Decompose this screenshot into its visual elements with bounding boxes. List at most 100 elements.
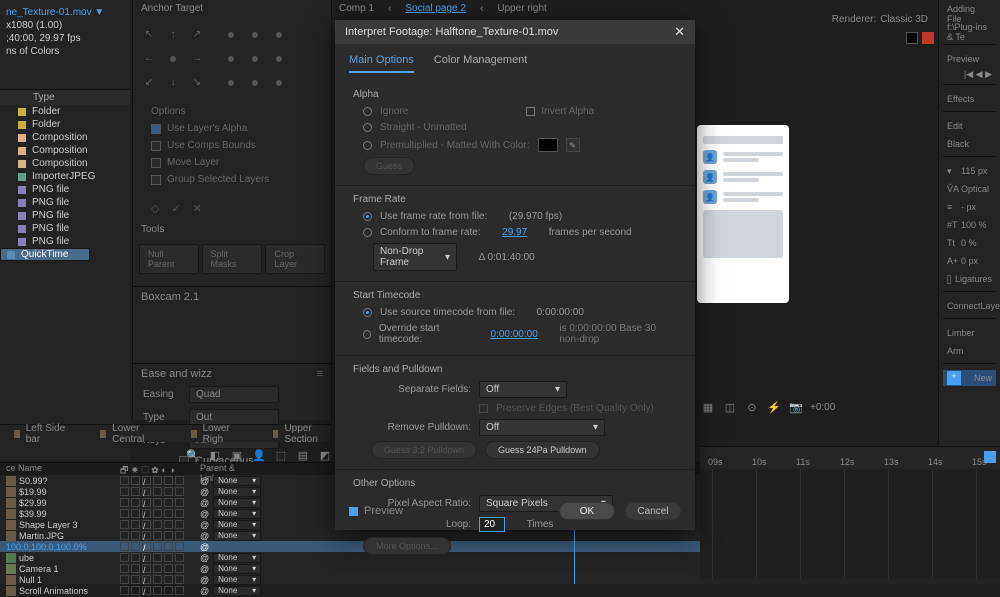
option-checkbox[interactable] [151,124,161,134]
file-info: ne_Texture-01.mov ▼ x1080 (1.00) ;40:00,… [0,0,130,61]
tab-social-page-2[interactable]: Social page 2 [401,2,470,15]
tag-item[interactable]: Left Side bar [14,423,66,445]
alpha-ignore-radio[interactable] [363,107,372,116]
tool-button[interactable]: Split Masks [202,244,263,274]
parent-dropdown[interactable]: None▾ [213,553,261,563]
grid-icon[interactable]: ▦ [700,399,716,415]
project-item[interactable]: Folder [0,118,130,131]
tool-button[interactable]: Null Parent [139,244,199,274]
project-item[interactable]: ImporterJPEG [0,170,130,183]
parent-dropdown[interactable]: None▾ [213,586,261,596]
column-type-header[interactable]: Type [0,89,130,105]
project-items-list: FolderFolderCompositionCompositionCompos… [0,105,130,261]
option-checkbox[interactable] [151,141,161,151]
tag-item[interactable]: Lower Righ [191,423,239,445]
parent-dropdown[interactable]: None▾ [213,520,261,530]
preserve-edges-checkbox[interactable] [479,404,488,413]
graph-icon[interactable]: ◩ [318,448,332,462]
timeline-layer-row[interactable]: Null 1/@None▾ [0,574,700,585]
project-item[interactable]: PNG file [0,183,130,196]
character-value[interactable]: V̂AOptical [943,181,996,197]
parent-dropdown[interactable]: None▾ [213,564,261,574]
more-options-button[interactable]: More Options... [363,537,451,555]
time-icon[interactable]: ⊙ [744,399,760,415]
guess-alpha-button[interactable]: Guess [363,157,415,175]
mask-icon[interactable]: ◫ [722,399,738,415]
project-item[interactable]: Folder [0,105,130,118]
parent-dropdown[interactable]: None▾ [213,531,261,541]
character-value[interactable]: ≡- px [943,199,996,215]
x-icon[interactable]: ✕ [193,202,202,215]
parent-dropdown[interactable]: None▾ [213,476,261,486]
label-row: Left Side bar Lower Central Lower Righ U… [0,424,330,442]
preview-checkbox[interactable] [349,507,358,516]
project-item[interactable]: Composition [0,144,130,157]
tab-color-management[interactable]: Color Management [434,54,528,73]
guess-24pa-button[interactable]: Guess 24Pa Pulldown [485,441,600,459]
new-button[interactable]: +New [943,370,996,386]
project-item[interactable]: QuickTime [0,248,90,261]
guess-32-button[interactable]: Guess 3:2 Pulldown [371,441,477,459]
diamond-icon[interactable]: ◇ [151,202,159,215]
remove-pulldown-dropdown[interactable]: Off▾ [479,419,605,436]
frame-icon[interactable]: ▣ [230,448,244,462]
character-value[interactable]: A+0 px [943,253,996,269]
person-icon[interactable]: 👤 [252,448,266,462]
search-icon[interactable]: 🔍 [186,448,200,462]
color-swatch-black[interactable] [906,32,918,44]
ok-button[interactable]: OK [559,502,615,520]
project-item[interactable]: Composition [0,157,130,170]
timeline-layer-row[interactable]: Scroll Animations/@None▾ [0,585,700,596]
alpha-header: Alpha [353,89,677,100]
parent-dropdown[interactable]: None▾ [213,509,261,519]
layer-icon[interactable]: ▤ [296,448,310,462]
drop-frame-dropdown[interactable]: Non-Drop Frame▾ [373,243,457,271]
project-item[interactable]: PNG file [0,209,130,222]
parent-dropdown[interactable]: None▾ [213,498,261,508]
alpha-premult-radio[interactable] [363,141,372,150]
tag-item[interactable]: Upper Section [273,423,330,445]
tab-comp1[interactable]: Comp 1 [335,2,378,15]
separate-fields-dropdown[interactable]: Off▾ [479,381,567,398]
option-checkbox[interactable] [151,175,161,185]
close-icon[interactable]: ✕ [674,24,685,40]
renderer-dropdown[interactable]: Classic 3D [880,14,928,25]
ease-dropdown[interactable]: Quad [189,386,279,403]
shy-icon[interactable]: ⬚ [274,448,288,462]
cancel-button[interactable]: Cancel [625,502,681,520]
eyedropper-icon[interactable]: ✎ [566,138,580,152]
tab-upper-right[interactable]: Upper right [493,2,550,15]
fps-input[interactable]: 29.97 [502,227,527,238]
anchor-grid[interactable]: ↖↑↗←→↙↓↘ [133,17,331,101]
character-value[interactable]: Tt0 % [943,235,996,251]
tool-button[interactable]: Crop Layer [265,244,325,274]
use-source-tc-radio[interactable] [363,308,372,317]
matte-color-swatch[interactable] [538,138,558,152]
parent-dropdown[interactable]: None▾ [213,575,261,585]
override-tc-input[interactable]: 0:00:00:00 [490,329,537,340]
use-file-fps-radio[interactable] [363,212,372,221]
file-name-dropdown[interactable]: ne_Texture-01.mov ▼ [6,6,127,19]
color-swatch-red[interactable] [922,32,934,44]
project-item[interactable]: Composition [0,131,130,144]
alpha-straight-radio[interactable] [363,123,372,132]
project-item[interactable]: PNG file [0,196,130,209]
check-icon[interactable]: ✓ [171,202,180,215]
project-item[interactable]: PNG file [0,222,130,235]
option-checkbox[interactable] [151,158,161,168]
character-value[interactable]: #T100 % [943,217,996,233]
timecode-label: +0:00 [810,402,835,413]
tab-main-options[interactable]: Main Options [349,54,414,73]
time-ruler[interactable]: 09s10s11s12s13s14s15s [700,447,1000,469]
snap-icon[interactable]: ◧ [208,448,222,462]
character-value[interactable]: ▾115 px [943,163,996,179]
camera-icon[interactable]: 📷 [788,399,804,415]
invert-alpha-checkbox[interactable] [526,107,535,116]
conform-fps-radio[interactable] [363,228,372,237]
flash-icon[interactable]: ⚡ [766,399,782,415]
override-tc-radio[interactable] [363,330,371,339]
parent-dropdown[interactable]: None▾ [213,487,261,497]
side-panel: Anchor Target ↖↑↗←→↙↓↘ Options Use Layer… [132,0,332,420]
project-item[interactable]: PNG file [0,235,130,248]
tag-item[interactable]: Lower Central [100,423,156,445]
